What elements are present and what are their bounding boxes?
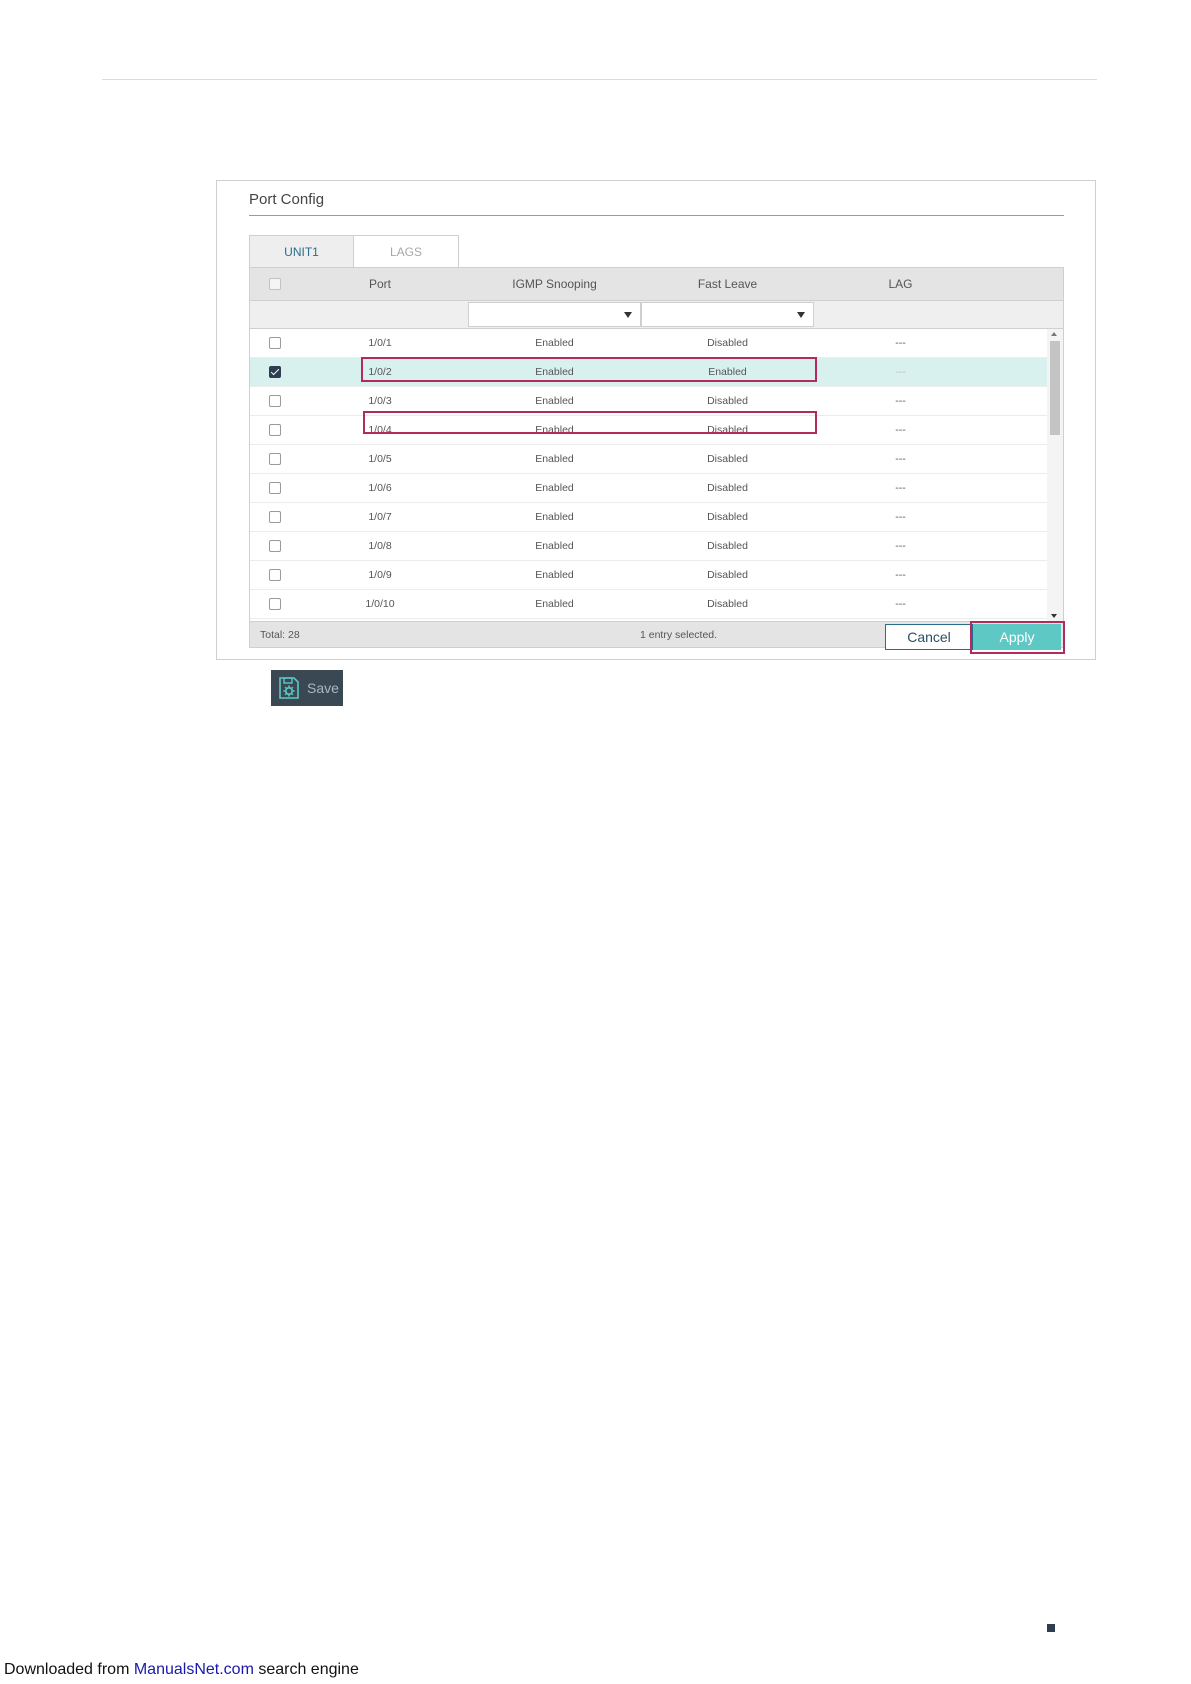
cell-fast-leave: Disabled	[707, 395, 748, 407]
save-gear-icon	[279, 677, 299, 699]
cell-fast-leave: Disabled	[707, 598, 748, 610]
cell-igmp-snooping: Enabled	[535, 424, 574, 436]
cell-igmp-snooping: Enabled	[535, 337, 574, 349]
cell-fast-leave: Disabled	[707, 569, 748, 581]
cell-port: 1/0/5	[368, 453, 392, 465]
cell-lag: ---	[895, 395, 906, 407]
download-footer: Downloaded from ManualsNet.com search en…	[4, 1661, 359, 1679]
cell-fast-leave: Enabled	[708, 366, 747, 378]
cell-lag: ---	[895, 569, 906, 581]
cell-igmp-snooping: Enabled	[535, 511, 574, 523]
cell-lag: ---	[895, 337, 906, 349]
table-row[interactable]: 1/0/7 Enabled Disabled ---	[250, 503, 1047, 532]
row-checkbox[interactable]	[269, 424, 281, 436]
total-count: Total: 28	[260, 629, 300, 641]
row-checkbox[interactable]	[269, 511, 281, 523]
cell-fast-leave: Disabled	[707, 453, 748, 465]
table-header: Port IGMP Snooping Fast Leave LAG	[250, 268, 1063, 301]
row-checkbox[interactable]	[269, 540, 281, 552]
scroll-down-icon[interactable]	[1051, 614, 1057, 618]
cell-lag: ---	[895, 453, 906, 465]
fast-leave-filter-select[interactable]	[641, 302, 814, 327]
cell-igmp-snooping: Enabled	[535, 482, 574, 494]
column-header-port: Port	[368, 277, 391, 291]
cell-igmp-snooping: Enabled	[535, 569, 574, 581]
row-checkbox[interactable]	[269, 337, 281, 349]
row-checkbox[interactable]	[269, 482, 281, 494]
cell-port: 1/0/10	[365, 598, 395, 610]
table-row[interactable]: 1/0/1 Enabled Disabled ---	[250, 329, 1047, 358]
cell-fast-leave: Disabled	[707, 337, 748, 349]
column-header-lag: LAG	[888, 277, 913, 291]
save-label: Save	[307, 680, 339, 696]
row-checkbox[interactable]	[269, 453, 281, 465]
cell-lag: ---	[895, 540, 906, 552]
table-footer: Total: 28 1 entry selected. Cancel Apply	[250, 621, 1065, 654]
table-row[interactable]: 1/0/6 Enabled Disabled ---	[250, 474, 1047, 503]
cell-lag: ---	[895, 482, 906, 494]
cell-fast-leave: Disabled	[707, 482, 748, 494]
table-row[interactable]: 1/0/4 Enabled Disabled ---	[250, 416, 1047, 445]
apply-button[interactable]: Apply	[973, 624, 1061, 650]
cell-igmp-snooping: Enabled	[535, 366, 574, 378]
select-all-checkbox[interactable]	[269, 278, 281, 290]
footer-suffix: search engine	[253, 1661, 359, 1678]
table-row[interactable]: 1/0/5 Enabled Disabled ---	[250, 445, 1047, 474]
cell-igmp-snooping: Enabled	[535, 540, 574, 552]
cell-port: 1/0/1	[368, 337, 392, 349]
chevron-down-icon	[624, 312, 632, 318]
cell-fast-leave: Disabled	[707, 424, 748, 436]
table-body: 1/0/1 Enabled Disabled --- 1/0/2 Enabled Enabl…	[250, 329, 1047, 621]
cell-fast-leave: Disabled	[707, 540, 748, 552]
table-row[interactable]: 1/0/8 Enabled Disabled ---	[250, 532, 1047, 561]
scroll-up-icon[interactable]	[1051, 332, 1057, 336]
selection-count: 1 entry selected.	[640, 629, 718, 641]
column-header-igmp-snooping: IGMP Snooping	[512, 277, 597, 291]
tab-lags[interactable]: LAGS	[354, 235, 459, 267]
cell-lag: ---	[895, 598, 906, 610]
table-row[interactable]: 1/0/3 Enabled Disabled ---	[250, 387, 1047, 416]
cell-port: 1/0/8	[368, 540, 392, 552]
panel-title-divider	[249, 215, 1064, 216]
column-header-fast-leave: Fast Leave	[697, 277, 758, 291]
cell-port: 1/0/9	[368, 569, 392, 581]
cell-lag: ---	[895, 366, 906, 378]
chevron-down-icon	[797, 312, 805, 318]
cell-port: 1/0/6	[368, 482, 392, 494]
filter-row	[250, 301, 1063, 329]
manualsnet-link[interactable]: ManualsNet.com	[134, 1661, 254, 1678]
port-table: Port IGMP Snooping Fast Leave LAG 1/0/1 E…	[249, 267, 1065, 654]
row-checkbox[interactable]	[269, 366, 281, 378]
table-row[interactable]: 1/0/2 Enabled Enabled ---	[250, 358, 1047, 387]
cancel-button[interactable]: Cancel	[885, 624, 973, 650]
row-checkbox[interactable]	[269, 395, 281, 407]
table-row[interactable]: 1/0/9 Enabled Disabled ---	[250, 561, 1047, 590]
table-scrollbar[interactable]	[1047, 329, 1063, 621]
footer-prefix: Downloaded from	[4, 1661, 134, 1678]
cell-port: 1/0/7	[368, 511, 392, 523]
cell-port: 1/0/3	[368, 395, 392, 407]
cell-igmp-snooping: Enabled	[535, 395, 574, 407]
cell-igmp-snooping: Enabled	[535, 453, 574, 465]
port-config-panel: Port Config UNIT1 LAGS Port IGMP Snoopin…	[216, 180, 1096, 660]
save-button[interactable]: Save	[271, 670, 343, 706]
cell-lag: ---	[895, 424, 906, 436]
row-checkbox[interactable]	[269, 598, 281, 610]
cell-port: 1/0/4	[368, 424, 392, 436]
cell-igmp-snooping: Enabled	[535, 598, 574, 610]
igmp-snooping-filter-select[interactable]	[468, 302, 641, 327]
panel-title: Port Config	[249, 191, 325, 208]
tab-unit1[interactable]: UNIT1	[249, 235, 354, 267]
table-row[interactable]: 1/0/10 Enabled Disabled ---	[250, 590, 1047, 619]
cell-port: 1/0/2	[368, 366, 392, 378]
page-marker	[1047, 1624, 1055, 1632]
row-checkbox[interactable]	[269, 569, 281, 581]
cell-lag: ---	[895, 511, 906, 523]
top-divider	[102, 79, 1097, 80]
scrollbar-thumb[interactable]	[1050, 341, 1060, 435]
cell-fast-leave: Disabled	[707, 511, 748, 523]
